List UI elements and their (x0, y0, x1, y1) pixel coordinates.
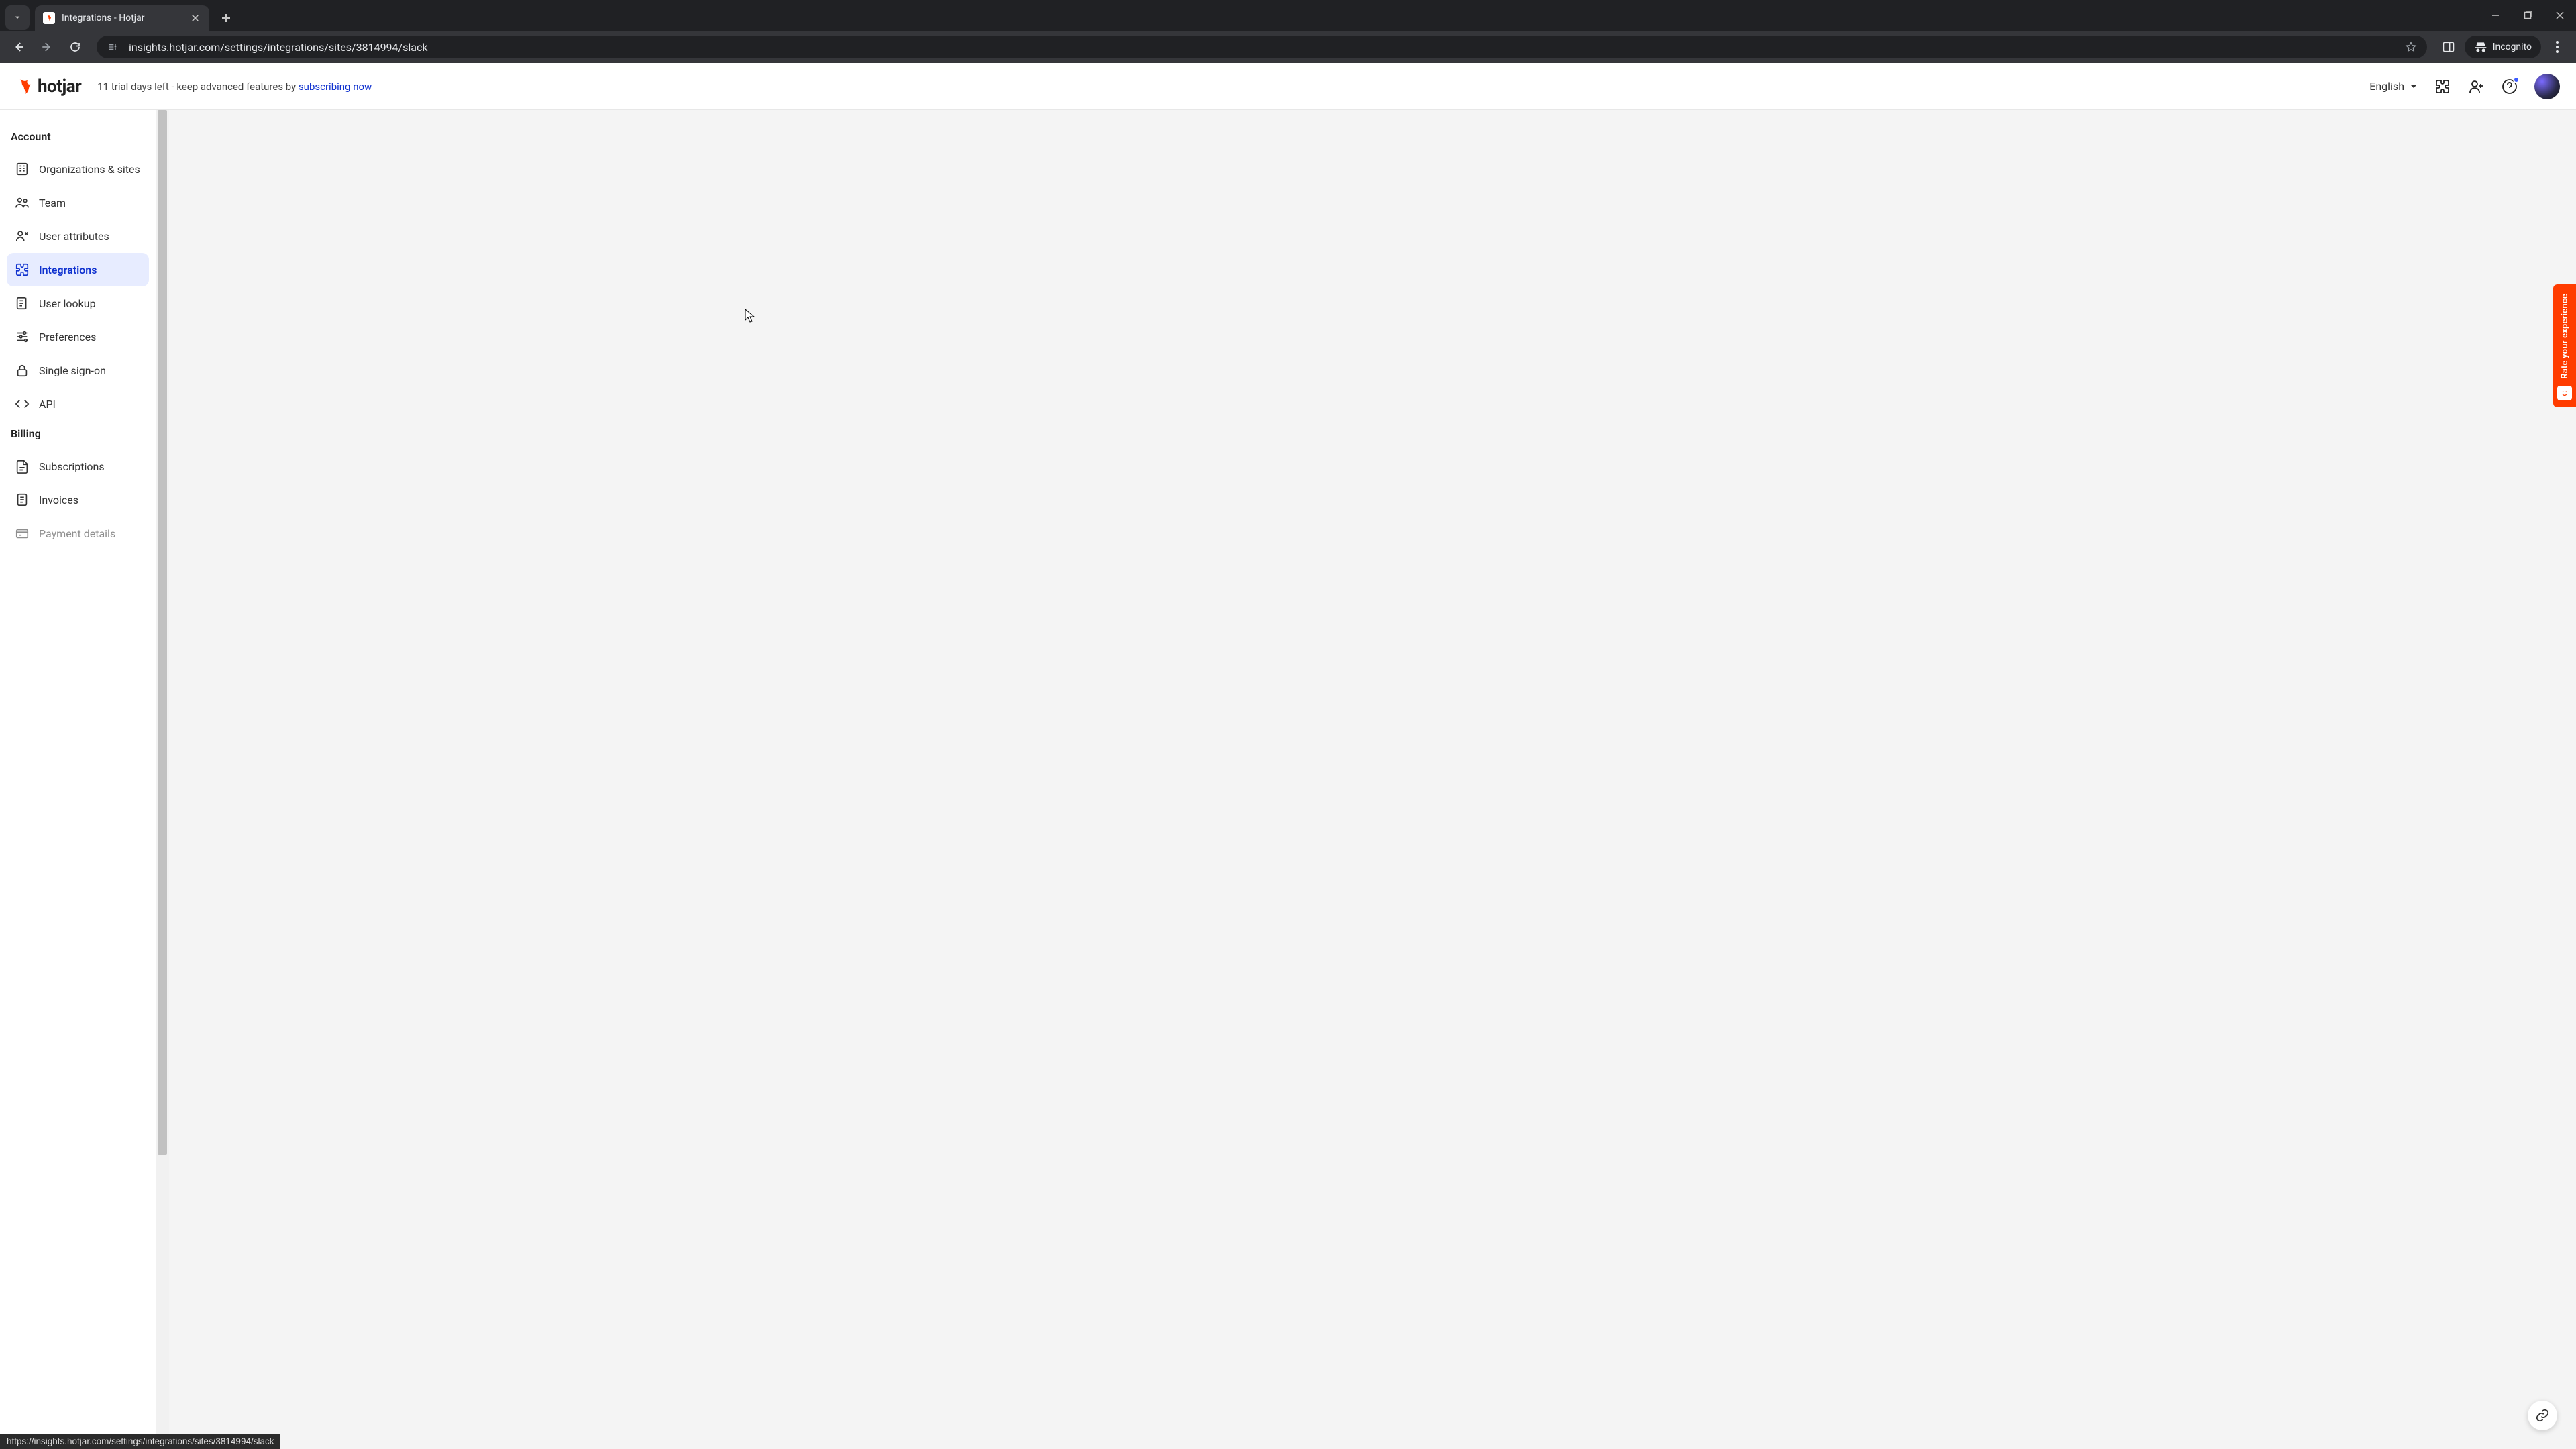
browser-tabstrip: Integrations - Hotjar (0, 0, 2576, 31)
integrations-icon (15, 262, 30, 277)
language-selector[interactable]: English (2369, 80, 2418, 93)
window-close-button[interactable] (2544, 0, 2576, 31)
sidebar-item-subscriptions[interactable]: Subscriptions (7, 449, 149, 483)
sidebar-item-label: Organizations & sites (39, 163, 140, 176)
sidebar-item-label: Single sign-on (39, 364, 106, 377)
browser-status-bar: https://insights.hotjar.com/settings/int… (0, 1434, 280, 1449)
sidebar-item-sso[interactable]: Single sign-on (7, 354, 149, 387)
main-content: Rate your experience (169, 110, 2576, 1449)
feedback-face-icon (2557, 386, 2572, 400)
tab-close-button[interactable] (189, 12, 201, 24)
help-button[interactable] (2501, 78, 2518, 95)
window-controls (2479, 0, 2576, 31)
sidebar-item-label: Integrations (39, 264, 97, 276)
mouse-cursor-icon (745, 309, 755, 323)
new-tab-button[interactable] (216, 8, 236, 28)
sidebar-item-user-attrs[interactable]: User attributes (7, 219, 149, 253)
hotjar-logo-icon (16, 78, 34, 95)
tab-title: Integrations - Hotjar (62, 13, 145, 23)
window-maximize-button[interactable] (2512, 0, 2544, 31)
sidebar-scrollbar[interactable] (156, 110, 169, 1449)
user-attrs-icon (15, 229, 30, 244)
sidebar-item-payment-details[interactable]: Payment details (7, 517, 149, 550)
user-avatar[interactable] (2534, 74, 2560, 99)
invite-user-button[interactable] (2467, 78, 2485, 95)
sidebar-item-invoices[interactable]: Invoices (7, 483, 149, 517)
feedback-label: Rate your experience (2560, 294, 2570, 379)
sidebar-item-integrations[interactable]: Integrations (7, 253, 149, 286)
hotjar-favicon-icon (43, 12, 55, 24)
sidebar-item-label: Preferences (39, 331, 96, 343)
trial-message: 11 trial days left - keep advanced featu… (97, 80, 372, 93)
address-bar[interactable]: insights.hotjar.com/settings/integration… (97, 36, 2427, 58)
incognito-label: Incognito (2493, 42, 2532, 52)
forward-button[interactable] (35, 35, 59, 59)
window-minimize-button[interactable] (2479, 0, 2512, 31)
browser-toolbar: insights.hotjar.com/settings/integration… (0, 31, 2576, 63)
preferences-icon (15, 329, 30, 344)
back-button[interactable] (7, 35, 31, 59)
link-fab[interactable] (2528, 1401, 2557, 1430)
payment-details-icon (15, 526, 30, 541)
user-lookup-icon (15, 296, 30, 311)
browser-menu-button[interactable] (2545, 35, 2569, 59)
invoices-icon (15, 492, 30, 507)
sidebar-item-orgs[interactable]: Organizations & sites (7, 152, 149, 186)
sidebar-item-api[interactable]: API (7, 387, 149, 421)
bookmark-star-icon[interactable] (2404, 40, 2418, 54)
language-label: English (2369, 80, 2404, 93)
browser-tab[interactable]: Integrations - Hotjar (35, 5, 209, 31)
sidebar-item-label: User attributes (39, 230, 109, 243)
url-text: insights.hotjar.com/settings/integration… (129, 41, 2404, 54)
sidebar-item-label: Payment details (39, 527, 115, 540)
trial-prefix: 11 trial days left - keep advanced featu… (97, 80, 299, 93)
sidebar-item-label: User lookup (39, 297, 96, 310)
feedback-tab[interactable]: Rate your experience (2553, 284, 2576, 407)
site-settings-icon[interactable] (106, 40, 119, 54)
sidebar-heading: Account (7, 123, 149, 152)
app-body: Account Organizations & sites Team User att… (0, 110, 2576, 1449)
subscribe-link[interactable]: subscribing now (299, 80, 372, 93)
settings-sidebar: Account Organizations & sites Team User att… (0, 110, 156, 1449)
sidebar-item-team[interactable]: Team (7, 186, 149, 219)
app-topbar: hotjar 11 trial days left - keep advance… (0, 63, 2576, 110)
page: hotjar 11 trial days left - keep advance… (0, 63, 2576, 1449)
incognito-indicator[interactable]: Incognito (2465, 36, 2541, 58)
sidebar-item-label: API (39, 398, 56, 411)
integrations-icon-button[interactable] (2434, 78, 2451, 95)
logo-text: hotjar (38, 76, 81, 97)
team-icon (15, 195, 30, 210)
reload-button[interactable] (63, 35, 87, 59)
sidebar-item-label: Team (39, 197, 66, 209)
orgs-icon (15, 162, 30, 176)
caret-down-icon (2410, 83, 2418, 91)
sso-icon (15, 363, 30, 378)
notification-dot-icon (2513, 76, 2520, 83)
sidebar-container: Account Organizations & sites Team User att… (0, 110, 169, 1449)
sidebar-item-label: Invoices (39, 494, 78, 506)
sidebar-heading: Billing (7, 421, 149, 449)
sidebar-item-preferences[interactable]: Preferences (7, 320, 149, 354)
sidebar-item-user-lookup[interactable]: User lookup (7, 286, 149, 320)
hotjar-logo[interactable]: hotjar (16, 76, 81, 97)
sidebar-item-label: Subscriptions (39, 460, 105, 473)
tab-search-button[interactable] (5, 5, 30, 30)
side-panel-button[interactable] (2436, 35, 2461, 59)
api-icon (15, 396, 30, 411)
subscriptions-icon (15, 459, 30, 474)
scrollbar-thumb[interactable] (158, 110, 167, 1155)
